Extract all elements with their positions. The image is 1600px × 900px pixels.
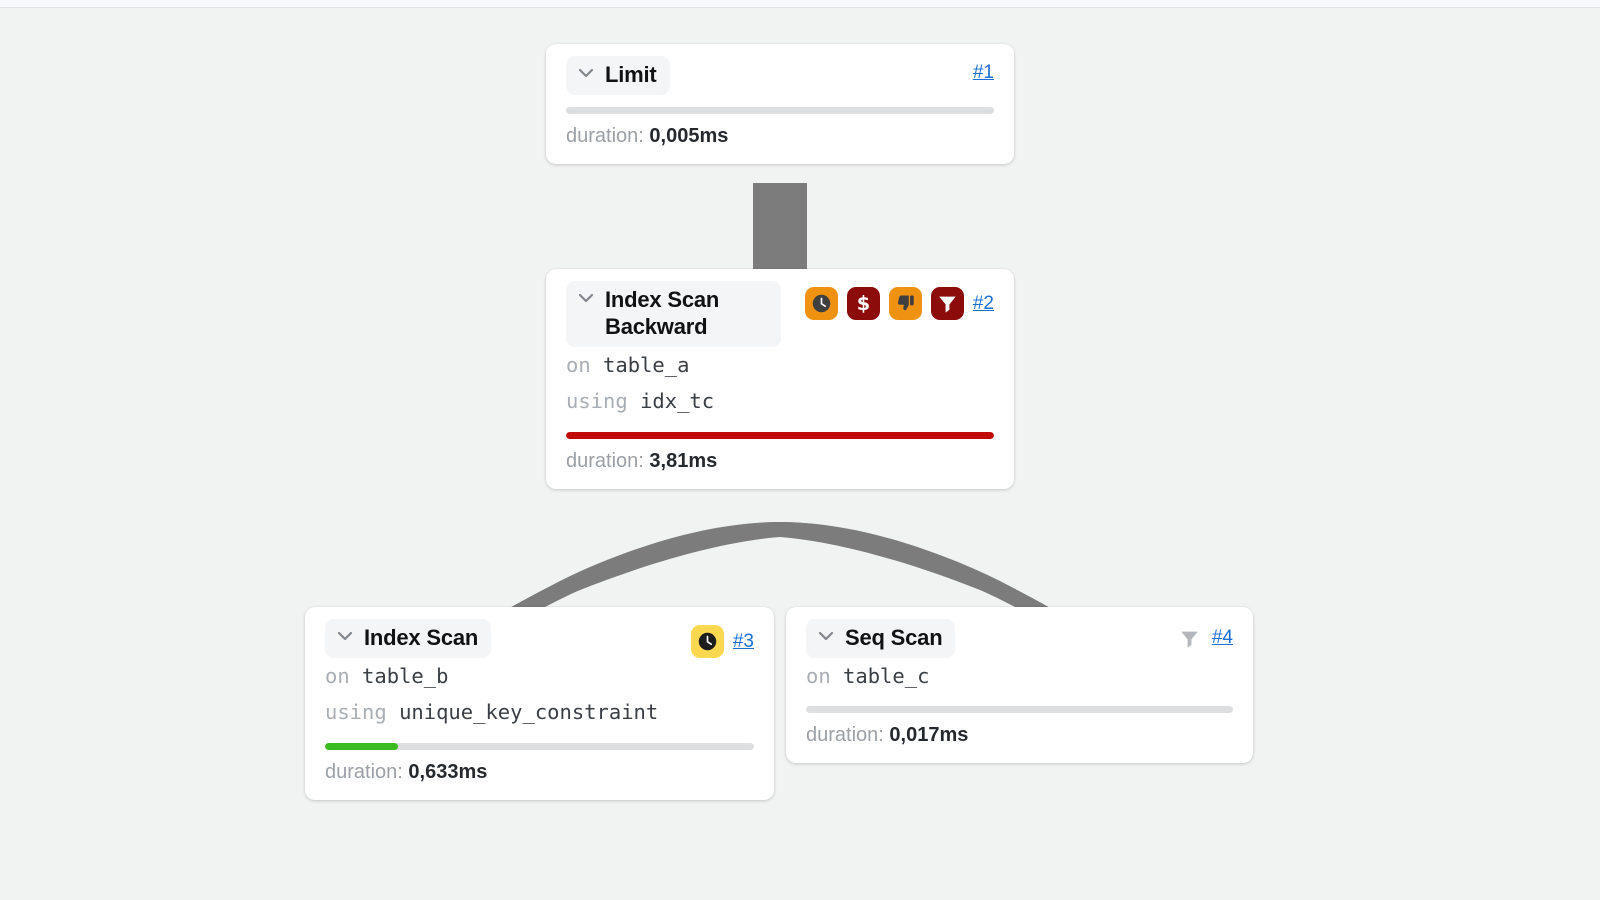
node-duration: duration: 3,81ms [566,450,994,473]
node-title-chip[interactable]: Index Scan Backward [566,281,781,347]
detail-key: using [566,389,641,414]
duration-label: duration: [566,124,644,147]
node-badges: $ [804,287,964,320]
detail-value: unique_key_constraint [399,700,659,725]
duration-bar-fill [325,742,398,750]
detail-row: on table_a [566,347,994,383]
node-header: Index Scan Backward $ #2 [566,281,994,347]
node-header-right: #3 [690,619,754,658]
detail-row: on table_c [806,658,1233,694]
chevron-down-icon[interactable] [576,62,596,84]
node-details: on table_b using unique_key_constraint [325,658,754,731]
plan-node-index-scan[interactable]: Index Scan #3 on table_b using unique_key… [305,607,774,800]
node-duration: duration: 0,633ms [325,761,754,784]
duration-label: duration: [566,449,644,472]
plan-node-index-scan-backward[interactable]: Index Scan Backward $ #2 on table_a using… [546,269,1014,489]
edge-1-to-2 [753,183,807,271]
node-title-chip[interactable]: Seq Scan [806,619,956,658]
plan-node-seq-scan[interactable]: Seq Scan #4 on table_c duration: 0,017ms [786,607,1253,764]
filter-icon[interactable] [930,287,964,320]
node-header-right: #4 [1177,619,1233,651]
dollar-icon[interactable]: $ [846,287,880,320]
clock-icon[interactable] [690,625,724,658]
node-duration: duration: 0,005ms [566,125,994,148]
detail-value: idx_tc [640,389,715,414]
chevron-down-icon[interactable] [576,287,596,309]
node-header: Index Scan #3 [325,619,754,658]
node-title: Seq Scan [845,625,943,650]
detail-value: table_b [362,664,449,688]
duration-value: 3,81ms [649,449,718,472]
duration-bar-track [566,431,994,439]
query-plan-app: Limit #1 duration: 0,005ms Index Scan Ba… [0,0,1600,900]
node-details: on table_c [806,658,1233,694]
detail-key: using [325,700,400,725]
node-header-right: $ #2 [804,281,994,320]
duration-label: duration: [806,724,884,747]
detail-key: on [806,663,844,688]
node-badges [1177,625,1203,651]
clock-icon[interactable] [804,287,838,320]
node-title: Index Scan [364,625,479,650]
duration-bar-fill [566,431,994,439]
node-title-chip[interactable]: Index Scan [325,619,492,658]
detail-key: on [325,664,363,688]
node-ref-link[interactable]: #4 [1212,627,1233,649]
detail-key: on [566,352,604,377]
node-title-chip[interactable]: Limit [566,56,670,95]
node-badges [690,625,724,658]
duration-value: 0,005ms [649,124,729,147]
node-header-right: #1 [964,56,994,84]
detail-value: table_c [843,663,930,688]
svg-text:$: $ [857,292,870,315]
filter-icon[interactable] [1177,625,1203,651]
detail-row: on table_b [325,658,754,694]
node-title: Limit [605,62,657,87]
duration-bar-track [566,106,994,114]
plan-graph-canvas[interactable]: Limit #1 duration: 0,005ms Index Scan Ba… [0,9,1600,900]
duration-bar-track [806,706,1233,714]
node-ref-link[interactable]: #3 [733,631,754,653]
node-header: Limit #1 [566,56,994,95]
edge-2-to-3-body [512,524,778,619]
node-header: Seq Scan #4 [806,619,1233,658]
duration-label: duration: [325,760,403,783]
duration-value: 0,017ms [889,724,969,747]
node-ref-link[interactable]: #2 [973,293,994,315]
plan-node-limit[interactable]: Limit #1 duration: 0,005ms [546,44,1014,164]
chevron-down-icon[interactable] [816,625,836,647]
node-details: on table_a using idx_tc [566,347,994,420]
edge-2-to-4 [780,522,1047,619]
edge-2-to-3 [513,522,780,619]
thumbs-down-icon[interactable] [888,287,922,320]
detail-value: table_a [603,352,690,377]
duration-bar-track [325,742,754,750]
chevron-down-icon[interactable] [335,625,355,647]
node-title: Index Scan Backward [605,287,720,339]
duration-value: 0,633ms [408,760,488,783]
detail-row: using idx_tc [566,383,994,419]
node-ref-link[interactable]: #1 [973,62,994,84]
top-bar-strip [0,0,1600,8]
detail-row: using unique_key_constraint [325,694,754,730]
node-duration: duration: 0,017ms [806,724,1233,747]
